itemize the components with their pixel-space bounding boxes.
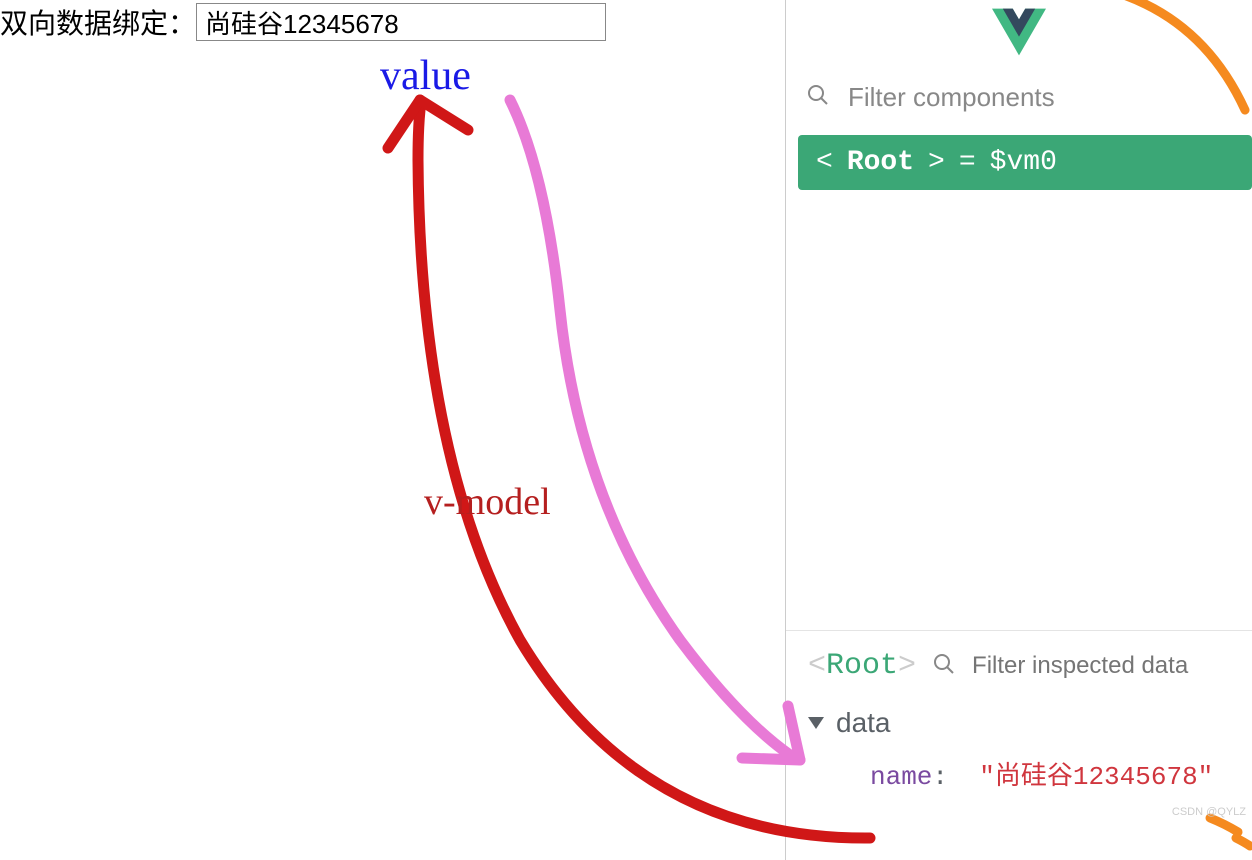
data-section-header[interactable]: data xyxy=(808,707,1230,739)
search-icon xyxy=(806,83,830,112)
page-content: 双向数据绑定： xyxy=(0,0,785,860)
inspector-panel: <Root> data name: "尚硅谷12345678" xyxy=(786,630,1252,798)
angle-bracket: > xyxy=(928,147,945,178)
inspector-header: <Root> xyxy=(786,649,1252,701)
component-tree-root[interactable]: < Root > = $vm0 xyxy=(798,135,1252,190)
form-label: 双向数据绑定： xyxy=(0,2,196,42)
equals-text: = xyxy=(959,147,976,178)
filter-components-row xyxy=(786,74,1252,135)
vm-reference: $vm0 xyxy=(990,147,1057,178)
property-value: "尚硅谷12345678" xyxy=(979,762,1213,792)
filter-components-input[interactable] xyxy=(848,82,1232,113)
data-label: data xyxy=(836,707,891,739)
search-icon xyxy=(932,652,956,681)
vue-logo-icon xyxy=(786,0,1252,74)
data-property-row[interactable]: name: "尚硅谷12345678" xyxy=(808,739,1230,792)
binding-input[interactable] xyxy=(196,3,606,41)
inspector-root-tag: <Root> xyxy=(808,649,916,683)
data-section: data name: "尚硅谷12345678" xyxy=(786,701,1252,798)
chevron-down-icon xyxy=(808,717,824,729)
property-colon: : xyxy=(932,762,948,792)
watermark: CSDN @QYLZ xyxy=(1172,806,1246,818)
root-component-name: Root xyxy=(847,147,914,178)
filter-inspected-input[interactable] xyxy=(972,652,1252,680)
angle-bracket: < xyxy=(816,147,833,178)
form-row: 双向数据绑定： xyxy=(0,0,785,42)
property-key: name xyxy=(870,762,932,792)
vue-devtools-panel: <Root> = $vm0 <Root> data name: "尚硅谷1234… xyxy=(785,0,1252,860)
